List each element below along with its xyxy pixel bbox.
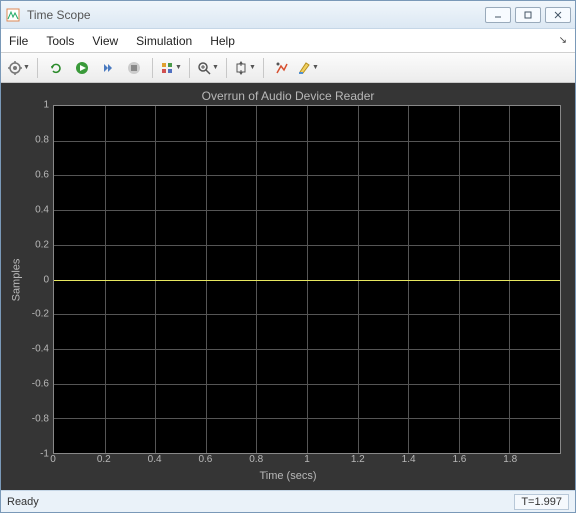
x-tick: 1.6 [452,454,466,465]
y-tick: -0.6 [32,379,49,390]
y-tick: 0 [43,274,49,285]
x-tick: 1 [304,454,310,465]
y-tick: -1 [40,449,49,460]
zoom-button[interactable]: ▼ [196,56,220,80]
dropdown-arrow-icon: ▼ [249,64,256,71]
signal-line [54,280,560,281]
menu-help[interactable]: Help [210,34,235,48]
plot-area: Overrun of Audio Device Reader Samples -… [1,83,575,490]
step-button[interactable] [96,56,120,80]
maximize-button[interactable] [515,7,541,23]
status-text: Ready [7,496,514,508]
separator [37,58,38,78]
y-tick: 0.8 [35,134,49,145]
toolbar: ▼ ▼ ▼ ▼ [1,53,575,83]
x-tick: 0.4 [148,454,162,465]
stop-button[interactable] [122,56,146,80]
menu-view[interactable]: View [92,34,118,48]
x-tick: 1.2 [351,454,365,465]
menu-file[interactable]: File [9,34,28,48]
y-axis-label-wrap: Samples [7,105,25,454]
y-tick: 0.6 [35,169,49,180]
separator [152,58,153,78]
triggers-button[interactable]: ▼ [159,56,183,80]
x-tick: 0 [50,454,56,465]
settings-button[interactable]: ▼ [7,56,31,80]
y-tick: -0.2 [32,309,49,320]
y-tick: -0.8 [32,414,49,425]
y-axis-ticks: -1-0.8-0.6-0.4-0.200.20.40.60.81 [25,105,53,454]
restart-button[interactable] [44,56,68,80]
y-tick: 0.2 [35,239,49,250]
x-axis-ticks: 0 0.2 0.4 0.6 0.8 1 1.2 1.4 1.6 1.8 [53,454,561,470]
menu-overflow-icon[interactable]: ↘ [559,35,567,46]
window-controls [485,7,571,23]
menu-tools[interactable]: Tools [46,34,74,48]
autoscale-button[interactable]: ▼ [233,56,257,80]
y-tick: -0.4 [32,344,49,355]
x-tick: 0.2 [97,454,111,465]
measurements-button[interactable] [270,56,294,80]
menu-simulation[interactable]: Simulation [136,34,192,48]
x-tick: 0.6 [198,454,212,465]
separator [263,58,264,78]
status-time: T=1.997 [514,494,569,510]
app-window: Time Scope File Tools View Simulation He… [0,0,576,513]
statusbar: Ready T=1.997 [1,490,575,512]
dropdown-arrow-icon: ▼ [23,64,30,71]
x-tick: 1.8 [503,454,517,465]
chart-title: Overrun of Audio Device Reader [7,89,569,103]
y-axis-label: Samples [10,258,22,301]
dropdown-arrow-icon: ▼ [312,64,319,71]
chart-canvas[interactable] [53,105,561,454]
highlight-button[interactable]: ▼ [296,56,320,80]
separator [189,58,190,78]
close-button[interactable] [545,7,571,23]
app-icon [5,7,21,23]
x-tick: 1.4 [402,454,416,465]
run-button[interactable] [70,56,94,80]
dropdown-arrow-icon: ▼ [175,64,182,71]
minimize-button[interactable] [485,7,511,23]
titlebar: Time Scope [1,1,575,29]
x-axis-label: Time (secs) [7,470,569,484]
window-title: Time Scope [27,8,485,22]
menubar: File Tools View Simulation Help ↘ [1,29,575,53]
y-tick: 0.4 [35,204,49,215]
x-tick: 0.8 [249,454,263,465]
separator [226,58,227,78]
dropdown-arrow-icon: ▼ [212,64,219,71]
plot-body: Samples -1-0.8-0.6-0.4-0.200.20.40.60.81 [7,105,569,454]
y-tick: 1 [43,100,49,111]
